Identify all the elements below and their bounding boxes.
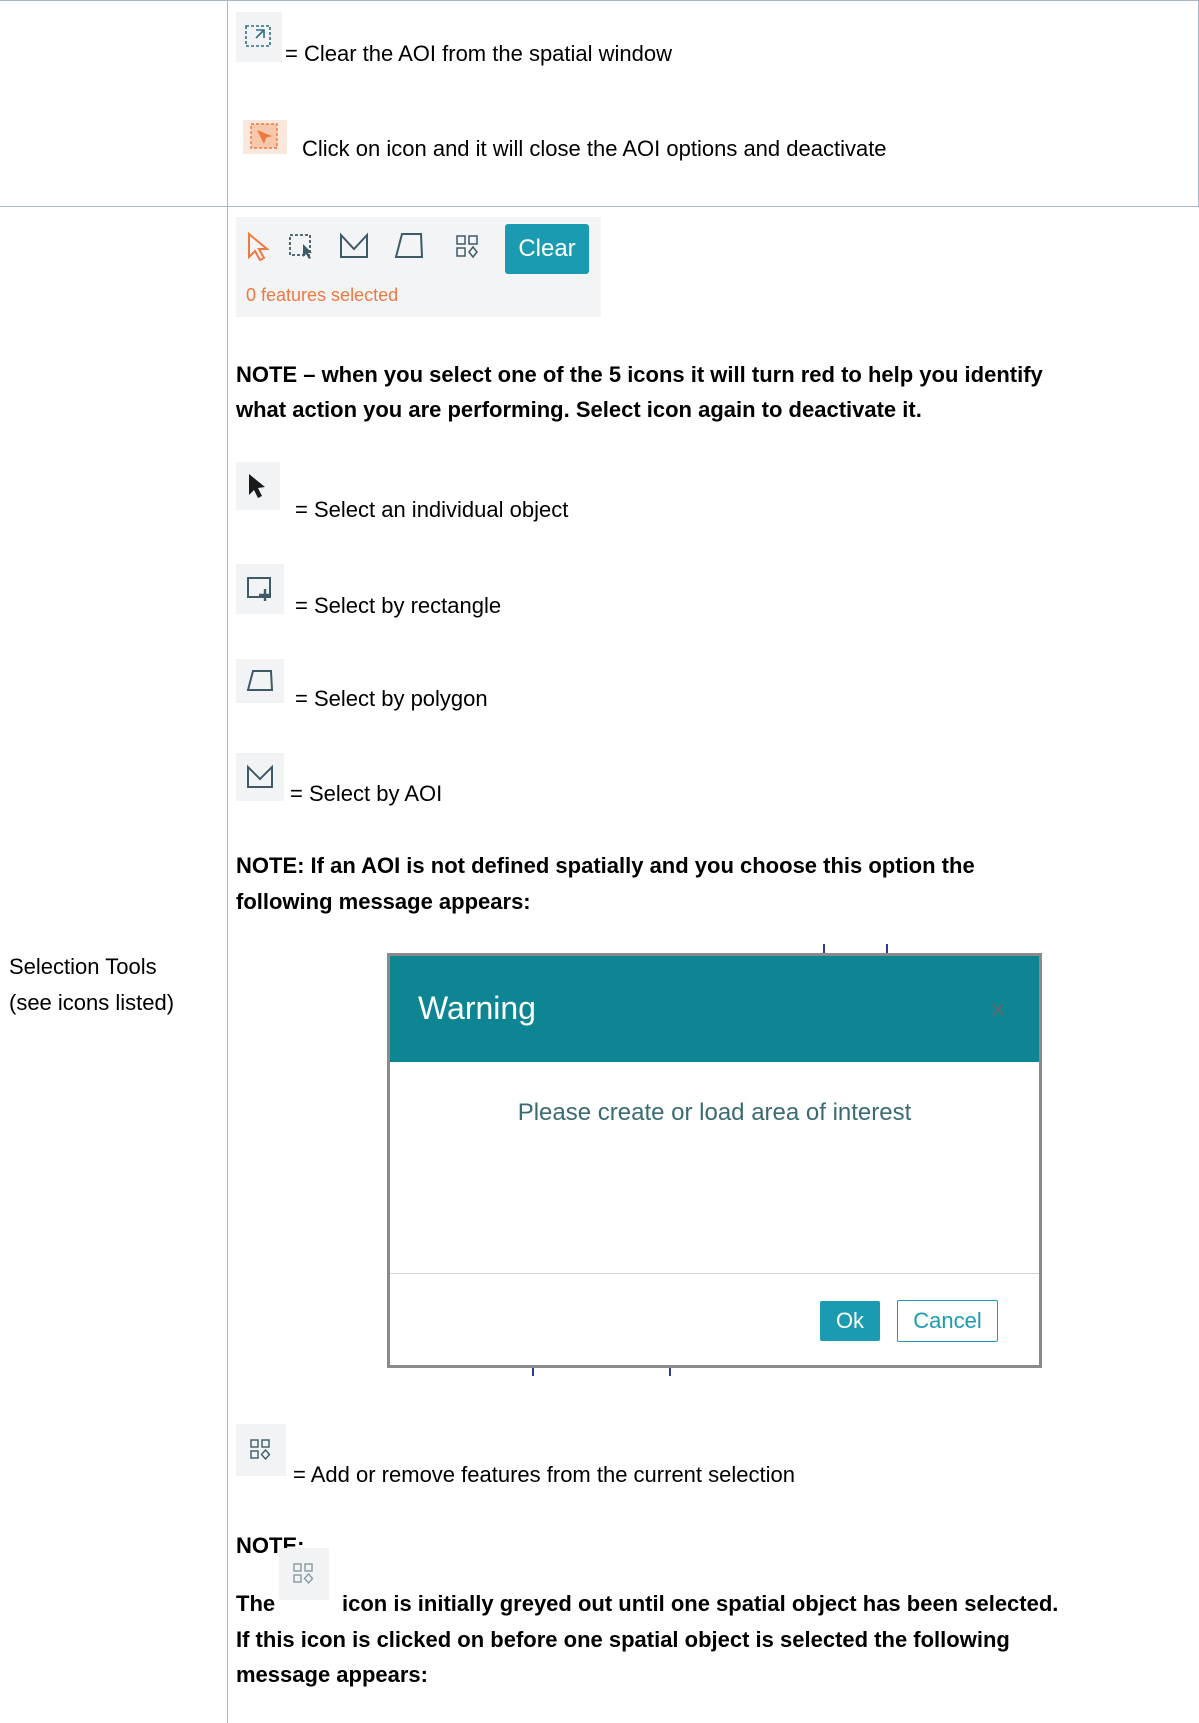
rectangle-plus-icon: [236, 564, 284, 614]
selection-tools-sublabel: (see icons listed): [9, 990, 175, 1015]
close-aoi-description: Click on icon and it will close the AOI …: [302, 136, 887, 161]
add-remove-features-icon: [279, 1548, 329, 1600]
add-remove-features-icon: [236, 1424, 286, 1476]
clear-aoi-icon: [236, 12, 282, 62]
select-individual-description: = Select an individual object: [295, 497, 569, 522]
aoi-shape-icon: [236, 753, 284, 801]
table-top-border: [0, 0, 1199, 1]
add-remove-features-icon[interactable]: [455, 231, 483, 263]
note-aoi-undefined-line2: following message appears:: [236, 889, 531, 914]
select-aoi-icon[interactable]: [338, 231, 368, 263]
clear-aoi-description: = Clear the AOI from the spatial window: [285, 41, 673, 66]
note-greyed-line3: message appears:: [236, 1662, 428, 1687]
row-divider: [0, 206, 1199, 207]
close-aoi-icon: [243, 120, 287, 154]
select-polygon-icon[interactable]: [393, 231, 424, 263]
selection-toolbar: Clear 0 features selected: [236, 217, 601, 317]
ok-button[interactable]: Ok: [820, 1301, 880, 1341]
note-active-icon-line1: NOTE – when you select one of the 5 icon…: [236, 362, 1043, 387]
dialog-footer-divider: [390, 1273, 1039, 1274]
note-greyed-the: The: [236, 1591, 276, 1616]
selection-tools-label: Selection Tools: [9, 954, 157, 979]
clear-button[interactable]: Clear: [505, 224, 589, 274]
dialog-header: Warning ×: [390, 956, 1039, 1062]
polygon-icon: [236, 659, 284, 703]
close-icon[interactable]: ×: [990, 996, 1006, 1024]
select-rectangle-description: = Select by rectangle: [295, 593, 502, 618]
features-selected-count: 0 features selected: [246, 285, 399, 305]
arrow-pointer-icon: [236, 462, 280, 510]
note-greyed-line2: If this icon is clicked on before one sp…: [236, 1627, 1010, 1652]
warning-dialog: Warning × Please create or load area of …: [387, 953, 1042, 1368]
select-aoi-description: = Select by AOI: [290, 781, 443, 806]
select-pointer-icon[interactable]: [245, 231, 273, 263]
note-aoi-undefined-line1: NOTE: If an AOI is not defined spatially…: [236, 853, 975, 878]
note-greyed-line1: icon is initially greyed out until one s…: [342, 1591, 1059, 1616]
column-divider: [227, 0, 228, 1723]
add-remove-description: = Add or remove features from the curren…: [293, 1462, 795, 1487]
dialog-title: Warning: [418, 990, 536, 1026]
note-active-icon-line2: what action you are performing. Select i…: [236, 397, 922, 422]
cancel-button[interactable]: Cancel: [897, 1300, 998, 1342]
select-polygon-description: = Select by polygon: [295, 686, 488, 711]
dialog-message: Please create or load area of interest: [517, 1099, 912, 1126]
document-page: = Clear the AOI from the spatial window …: [0, 0, 1199, 1723]
select-rectangle-icon[interactable]: [288, 231, 316, 263]
